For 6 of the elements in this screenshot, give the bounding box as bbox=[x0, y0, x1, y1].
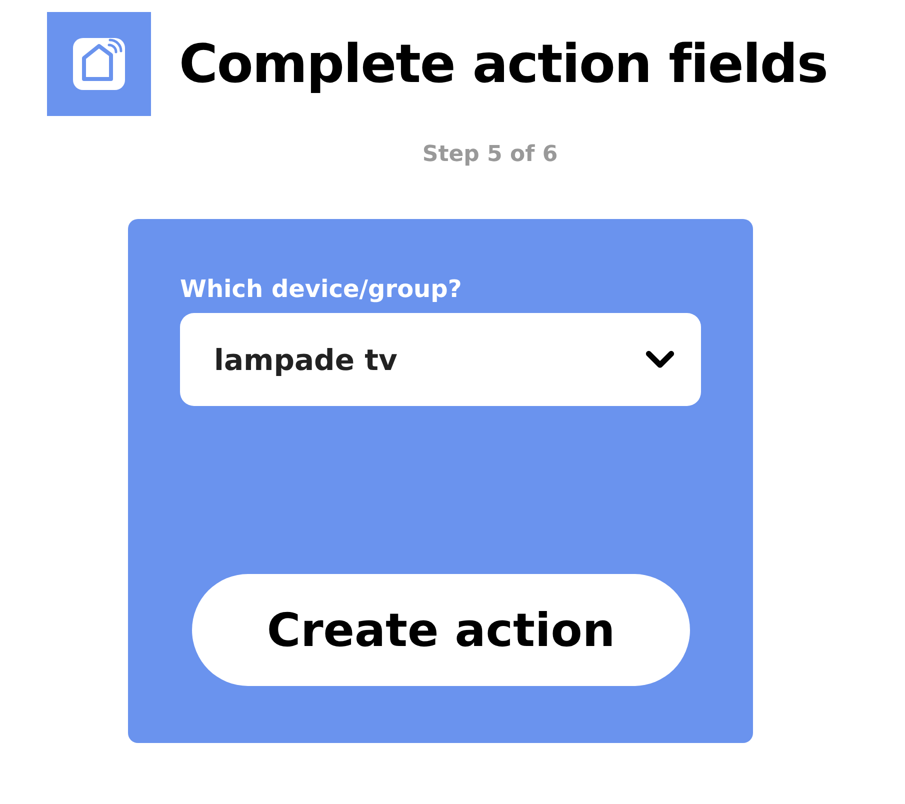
device-select[interactable]: lampade tv bbox=[180, 313, 701, 406]
step-indicator: Step 5 of 6 bbox=[421, 142, 559, 167]
create-action-button[interactable]: Create action bbox=[192, 574, 690, 686]
field-label: Which device/group? bbox=[180, 275, 463, 303]
page-title: Complete action fields bbox=[179, 34, 828, 94]
chevron-down-icon bbox=[645, 350, 675, 370]
